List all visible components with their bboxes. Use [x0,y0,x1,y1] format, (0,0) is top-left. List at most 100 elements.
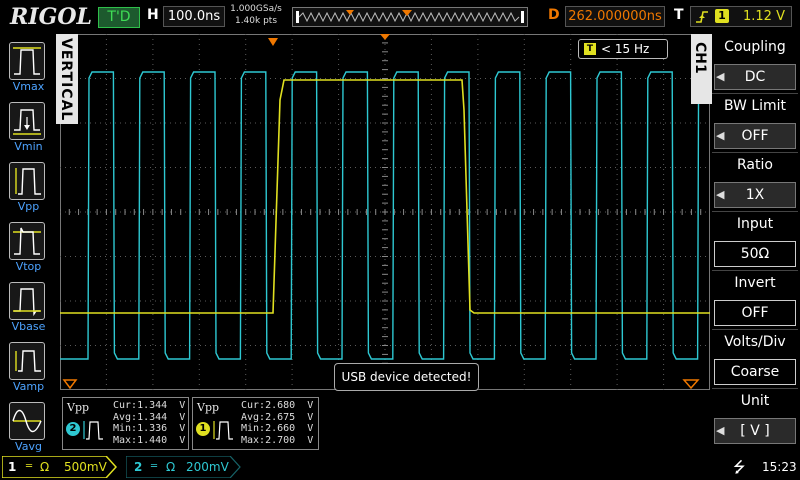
bw-limit-value[interactable]: OFF [714,123,796,149]
waveform-display[interactable] [59,33,710,391]
run-status-badge[interactable]: T'D [98,7,140,28]
horizontal-label: H [147,7,159,23]
vamp-icon [9,342,45,380]
unit-menu-item[interactable]: Unit [ V ] ◀ [712,390,798,447]
ch2-scale-value: 200mV [186,460,229,474]
unit-arrow-icon: ◀ [716,424,725,437]
dc-coupling-icon: ═ [26,461,33,472]
volts-div-menu-item[interactable]: Volts/Div Coarse [712,331,798,388]
measurement-box-ch2[interactable]: Vpp 2 Cur:1.344 V Avg:1.344 V Min:1.336 VM… [62,397,189,450]
ch1-measurement-rows: Cur:2.680 V Avg:2.675 V Min:2.660 V Max:2.7… [241,400,313,446]
bw-limit-title: BW Limit [723,98,787,114]
vtop-icon [9,222,45,260]
measure-vtop-button[interactable]: Vtop [7,220,48,273]
ratio-menu-item[interactable]: Ratio 1X ◀ [712,154,798,211]
ch2-waveform [60,71,710,360]
dc-coupling-icon: ═ [151,461,158,472]
trigger-t-icon: T [584,43,596,55]
ch2-scale-chip[interactable]: 2 ═ Ω 200mV [126,456,241,478]
vavg-label: Vavg [15,440,42,453]
coupling-menu-item[interactable]: Coupling DC ◀ [712,36,798,93]
clock-time: 15:23 [762,460,797,474]
vpp-icon [83,421,103,440]
trigger-position-marker [268,38,278,46]
volts-div-value[interactable]: Coarse [714,359,796,385]
delay-value[interactable]: 262.000000ns [565,6,665,27]
memory-depth: 1.40k pts [234,16,278,26]
ch1-badge: 1 [196,422,210,436]
sample-rate-readout: 1.000GSa/s 1.40k pts [229,3,283,27]
vpp-icon [213,421,233,440]
memory-position-strip[interactable] [292,7,528,27]
right-offset-marker [682,379,700,390]
brand-logo: RIGOL [10,4,92,30]
bw-limit-menu-item[interactable]: BW Limit OFF ◀ [712,95,798,152]
vmin-icon [9,102,45,140]
coupling-value[interactable]: DC [714,64,796,90]
sample-rate: 1.000GSa/s [230,4,282,14]
vpp-icon [9,162,45,200]
ohm-icon: Ω [166,460,176,474]
timebase-value[interactable]: 100.0ns [163,6,225,27]
delay-label: D [548,7,560,23]
invert-title: Invert [734,275,776,291]
measure-menu: Vmax Vmin Vpp Vtop Vbase Vamp Vavg [0,34,56,454]
vtop-label: Vtop [15,260,42,273]
ratio-arrow-icon: ◀ [716,188,725,201]
input-title: Input [736,216,774,232]
measurement-name: Vpp [67,401,90,414]
usb-icon: ⭍ [733,458,746,476]
vavg-icon [9,402,45,440]
left-offset-marker [62,379,78,390]
vmax-icon [9,42,45,80]
input-value[interactable]: 50Ω [714,241,796,267]
measurement-name: Vpp [197,401,220,414]
ch2-max: Max:1.440 V [113,434,186,446]
unit-title: Unit [740,393,770,409]
vamp-label: Vamp [12,380,45,393]
ch1-max: Max:2.700 V [241,434,314,446]
volts-div-title: Volts/Div [724,334,786,350]
ch1-scale-chip[interactable]: 1 ═ Ω 500mV [2,456,117,478]
trigger-frequency-value: < 15 Hz [601,42,650,56]
channel-status-bar: 1 ═ Ω 500mV 2 ═ Ω 200mV ⭍ 15:23 [0,455,800,480]
ch1-settings-menu: Coupling DC ◀ BW Limit OFF ◀ Ratio 1X ◀ … [712,34,800,444]
coupling-arrow-icon: ◀ [716,70,725,83]
measure-vavg-button[interactable]: Vavg [7,400,48,453]
ch2-number: 2 [134,460,143,474]
vbase-label: Vbase [11,320,46,333]
top-status-bar: RIGOL T'D H 100.0ns 1.000GSa/s 1.40k pts… [0,0,800,32]
measure-vpp-button[interactable]: Vpp [7,160,48,213]
input-menu-item[interactable]: Input 50Ω [712,213,798,270]
ch2-avg: Avg:1.344 V [113,411,186,423]
coupling-title: Coupling [724,39,786,55]
vmax-label: Vmax [12,80,45,93]
ch2-min: Min:1.336 V [113,423,186,434]
ch1-number: 1 [8,460,17,474]
invert-value[interactable]: OFF [714,300,796,326]
invert-menu-item[interactable]: Invert OFF [712,272,798,329]
rising-edge-icon [696,11,708,23]
vmin-label: Vmin [14,140,43,153]
ratio-value[interactable]: 1X [714,182,796,208]
graticule [59,33,710,391]
bw-limit-arrow-icon: ◀ [716,129,725,142]
ohm-icon: Ω [40,460,50,474]
ch2-cur: Cur:1.344 V [113,400,186,411]
trigger-level: 1.12 V [743,9,785,24]
measurement-box-ch1[interactable]: Vpp 1 Cur:2.680 V Avg:2.675 V Min:2.660 VM… [192,397,319,450]
measure-vmax-button[interactable]: Vmax [7,40,48,93]
vertical-menu-tab: VERTICAL [56,34,78,124]
ratio-title: Ratio [737,157,773,173]
ch1-cur: Cur:2.680 V [241,400,314,411]
measure-vamp-button[interactable]: Vamp [7,340,48,393]
ch1-scale-value: 500mV [64,460,107,474]
ch1-menu-tab: CH1 [691,34,712,104]
vpp-label: Vpp [17,200,40,213]
measure-vbase-button[interactable]: Vbase [7,280,48,333]
usb-notification: USB device detected! [334,363,479,391]
unit-value[interactable]: [ V ] [714,418,796,444]
ch2-badge: 2 [66,422,80,436]
measure-vmin-button[interactable]: Vmin [7,100,48,153]
trigger-readout[interactable]: 1 1.12 V [690,6,792,27]
